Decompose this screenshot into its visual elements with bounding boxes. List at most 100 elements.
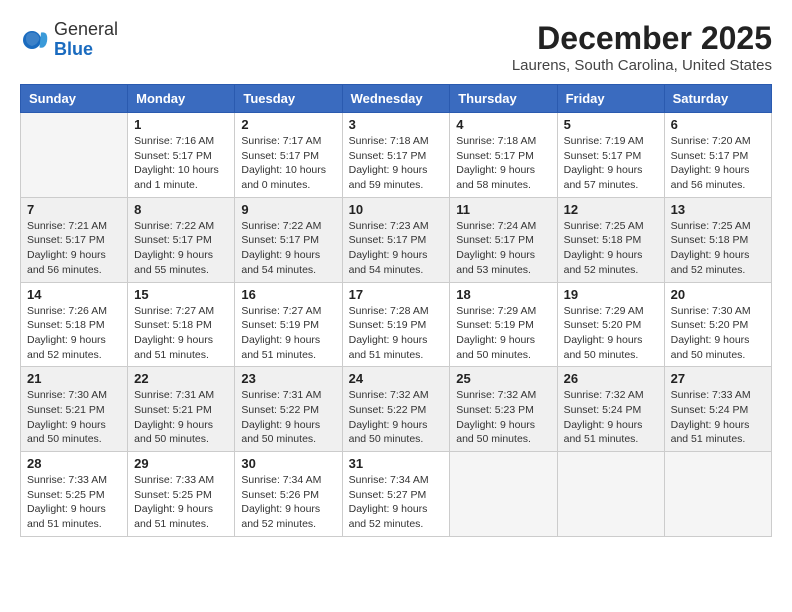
day-number: 7 bbox=[27, 202, 121, 217]
calendar-table: SundayMondayTuesdayWednesdayThursdayFrid… bbox=[20, 84, 772, 537]
logo-general: General bbox=[54, 19, 118, 39]
month-year: December 2025 bbox=[512, 20, 772, 57]
day-info: Sunrise: 7:34 AM Sunset: 5:27 PM Dayligh… bbox=[349, 473, 444, 532]
calendar-cell: 2 Sunrise: 7:17 AM Sunset: 5:17 PM Daylig… bbox=[235, 113, 342, 198]
day-number: 6 bbox=[671, 117, 765, 132]
calendar-cell bbox=[557, 452, 664, 537]
calendar-week-row: 1 Sunrise: 7:16 AM Sunset: 5:17 PM Daylig… bbox=[21, 113, 772, 198]
location: Laurens, South Carolina, United States bbox=[512, 57, 772, 74]
calendar-cell: 24 Sunrise: 7:32 AM Sunset: 5:22 PM Dayli… bbox=[342, 367, 450, 452]
day-info: Sunrise: 7:30 AM Sunset: 5:20 PM Dayligh… bbox=[671, 304, 765, 363]
calendar-cell: 18 Sunrise: 7:29 AM Sunset: 5:19 PM Dayli… bbox=[450, 282, 557, 367]
calendar-cell: 15 Sunrise: 7:27 AM Sunset: 5:18 PM Dayli… bbox=[128, 282, 235, 367]
calendar-cell: 25 Sunrise: 7:32 AM Sunset: 5:23 PM Dayli… bbox=[450, 367, 557, 452]
day-number: 3 bbox=[349, 117, 444, 132]
column-header-thursday: Thursday bbox=[450, 85, 557, 113]
day-number: 13 bbox=[671, 202, 765, 217]
day-info: Sunrise: 7:29 AM Sunset: 5:20 PM Dayligh… bbox=[564, 304, 658, 363]
day-info: Sunrise: 7:33 AM Sunset: 5:25 PM Dayligh… bbox=[27, 473, 121, 532]
calendar-cell: 17Sunrise: 7:28 AM Sunset: 5:19 PM Dayli… bbox=[342, 282, 450, 367]
calendar-cell: 23 Sunrise: 7:31 AM Sunset: 5:22 PM Dayli… bbox=[235, 367, 342, 452]
day-number: 17 bbox=[349, 287, 444, 302]
day-info: Sunrise: 7:22 AM Sunset: 5:17 PM Dayligh… bbox=[241, 219, 335, 278]
day-info: Sunrise: 7:18 AM Sunset: 5:17 PM Dayligh… bbox=[349, 134, 444, 193]
day-info: Sunrise: 7:16 AM Sunset: 5:17 PM Dayligh… bbox=[134, 134, 228, 193]
calendar-week-row: 21 Sunrise: 7:30 AM Sunset: 5:21 PM Dayli… bbox=[21, 367, 772, 452]
calendar-week-row: 14 Sunrise: 7:26 AM Sunset: 5:18 PM Dayli… bbox=[21, 282, 772, 367]
calendar-cell: 8 Sunrise: 7:22 AM Sunset: 5:17 PM Daylig… bbox=[128, 197, 235, 282]
calendar-cell bbox=[664, 452, 771, 537]
day-info: Sunrise: 7:25 AM Sunset: 5:18 PM Dayligh… bbox=[671, 219, 765, 278]
day-info: Sunrise: 7:27 AM Sunset: 5:18 PM Dayligh… bbox=[134, 304, 228, 363]
day-info: Sunrise: 7:17 AM Sunset: 5:17 PM Dayligh… bbox=[241, 134, 335, 193]
day-info: Sunrise: 7:29 AM Sunset: 5:19 PM Dayligh… bbox=[456, 304, 550, 363]
day-number: 1 bbox=[134, 117, 228, 132]
title-block: December 2025 Laurens, South Carolina, U… bbox=[512, 20, 772, 74]
day-info: Sunrise: 7:18 AM Sunset: 5:17 PM Dayligh… bbox=[456, 134, 550, 193]
calendar-cell: 3 Sunrise: 7:18 AM Sunset: 5:17 PM Daylig… bbox=[342, 113, 450, 198]
calendar-cell: 7Sunrise: 7:21 AM Sunset: 5:17 PM Daylig… bbox=[21, 197, 128, 282]
day-number: 24 bbox=[349, 371, 444, 386]
calendar-week-row: 28 Sunrise: 7:33 AM Sunset: 5:25 PM Dayli… bbox=[21, 452, 772, 537]
day-number: 29 bbox=[134, 456, 228, 471]
day-info: Sunrise: 7:23 AM Sunset: 5:17 PM Dayligh… bbox=[349, 219, 444, 278]
calendar-cell: 30 Sunrise: 7:34 AM Sunset: 5:26 PM Dayli… bbox=[235, 452, 342, 537]
column-header-wednesday: Wednesday bbox=[342, 85, 450, 113]
column-header-saturday: Saturday bbox=[664, 85, 771, 113]
day-number: 27 bbox=[671, 371, 765, 386]
calendar-cell: 22 Sunrise: 7:31 AM Sunset: 5:21 PM Dayli… bbox=[128, 367, 235, 452]
logo-icon bbox=[20, 25, 50, 55]
day-info: Sunrise: 7:33 AM Sunset: 5:24 PM Dayligh… bbox=[671, 388, 765, 447]
day-number: 18 bbox=[456, 287, 550, 302]
day-info: Sunrise: 7:34 AM Sunset: 5:26 PM Dayligh… bbox=[241, 473, 335, 532]
calendar-cell: 31 Sunrise: 7:34 AM Sunset: 5:27 PM Dayli… bbox=[342, 452, 450, 537]
calendar-header-row: SundayMondayTuesdayWednesdayThursdayFrid… bbox=[21, 85, 772, 113]
day-number: 8 bbox=[134, 202, 228, 217]
calendar-cell: 14 Sunrise: 7:26 AM Sunset: 5:18 PM Dayli… bbox=[21, 282, 128, 367]
day-number: 25 bbox=[456, 371, 550, 386]
day-number: 22 bbox=[134, 371, 228, 386]
calendar-cell: 19Sunrise: 7:29 AM Sunset: 5:20 PM Dayli… bbox=[557, 282, 664, 367]
day-info: Sunrise: 7:30 AM Sunset: 5:21 PM Dayligh… bbox=[27, 388, 121, 447]
calendar-cell: 9 Sunrise: 7:22 AM Sunset: 5:17 PM Daylig… bbox=[235, 197, 342, 282]
day-info: Sunrise: 7:33 AM Sunset: 5:25 PM Dayligh… bbox=[134, 473, 228, 532]
day-number: 2 bbox=[241, 117, 335, 132]
day-info: Sunrise: 7:31 AM Sunset: 5:22 PM Dayligh… bbox=[241, 388, 335, 447]
calendar-cell: 26Sunrise: 7:32 AM Sunset: 5:24 PM Dayli… bbox=[557, 367, 664, 452]
column-header-monday: Monday bbox=[128, 85, 235, 113]
day-number: 9 bbox=[241, 202, 335, 217]
column-header-friday: Friday bbox=[557, 85, 664, 113]
column-header-tuesday: Tuesday bbox=[235, 85, 342, 113]
calendar-cell: 16Sunrise: 7:27 AM Sunset: 5:19 PM Dayli… bbox=[235, 282, 342, 367]
day-number: 16 bbox=[241, 287, 335, 302]
day-info: Sunrise: 7:26 AM Sunset: 5:18 PM Dayligh… bbox=[27, 304, 121, 363]
calendar-cell: 6 Sunrise: 7:20 AM Sunset: 5:17 PM Daylig… bbox=[664, 113, 771, 198]
day-number: 31 bbox=[349, 456, 444, 471]
day-number: 21 bbox=[27, 371, 121, 386]
calendar-cell: 5Sunrise: 7:19 AM Sunset: 5:17 PM Daylig… bbox=[557, 113, 664, 198]
day-info: Sunrise: 7:24 AM Sunset: 5:17 PM Dayligh… bbox=[456, 219, 550, 278]
day-number: 14 bbox=[27, 287, 121, 302]
day-number: 30 bbox=[241, 456, 335, 471]
day-number: 28 bbox=[27, 456, 121, 471]
calendar-cell: 29 Sunrise: 7:33 AM Sunset: 5:25 PM Dayli… bbox=[128, 452, 235, 537]
day-info: Sunrise: 7:25 AM Sunset: 5:18 PM Dayligh… bbox=[564, 219, 658, 278]
day-info: Sunrise: 7:31 AM Sunset: 5:21 PM Dayligh… bbox=[134, 388, 228, 447]
calendar-cell: 11 Sunrise: 7:24 AM Sunset: 5:17 PM Dayli… bbox=[450, 197, 557, 282]
logo: General Blue bbox=[20, 20, 118, 60]
day-number: 4 bbox=[456, 117, 550, 132]
calendar-cell: 21 Sunrise: 7:30 AM Sunset: 5:21 PM Dayli… bbox=[21, 367, 128, 452]
day-info: Sunrise: 7:22 AM Sunset: 5:17 PM Dayligh… bbox=[134, 219, 228, 278]
column-header-sunday: Sunday bbox=[21, 85, 128, 113]
day-number: 23 bbox=[241, 371, 335, 386]
day-info: Sunrise: 7:20 AM Sunset: 5:17 PM Dayligh… bbox=[671, 134, 765, 193]
day-info: Sunrise: 7:32 AM Sunset: 5:22 PM Dayligh… bbox=[349, 388, 444, 447]
day-number: 11 bbox=[456, 202, 550, 217]
day-info: Sunrise: 7:32 AM Sunset: 5:23 PM Dayligh… bbox=[456, 388, 550, 447]
calendar-cell: 27 Sunrise: 7:33 AM Sunset: 5:24 PM Dayli… bbox=[664, 367, 771, 452]
calendar-cell: 13 Sunrise: 7:25 AM Sunset: 5:18 PM Dayli… bbox=[664, 197, 771, 282]
day-number: 5 bbox=[564, 117, 658, 132]
calendar-cell: 1 Sunrise: 7:16 AM Sunset: 5:17 PM Daylig… bbox=[128, 113, 235, 198]
day-number: 15 bbox=[134, 287, 228, 302]
calendar-week-row: 7Sunrise: 7:21 AM Sunset: 5:17 PM Daylig… bbox=[21, 197, 772, 282]
